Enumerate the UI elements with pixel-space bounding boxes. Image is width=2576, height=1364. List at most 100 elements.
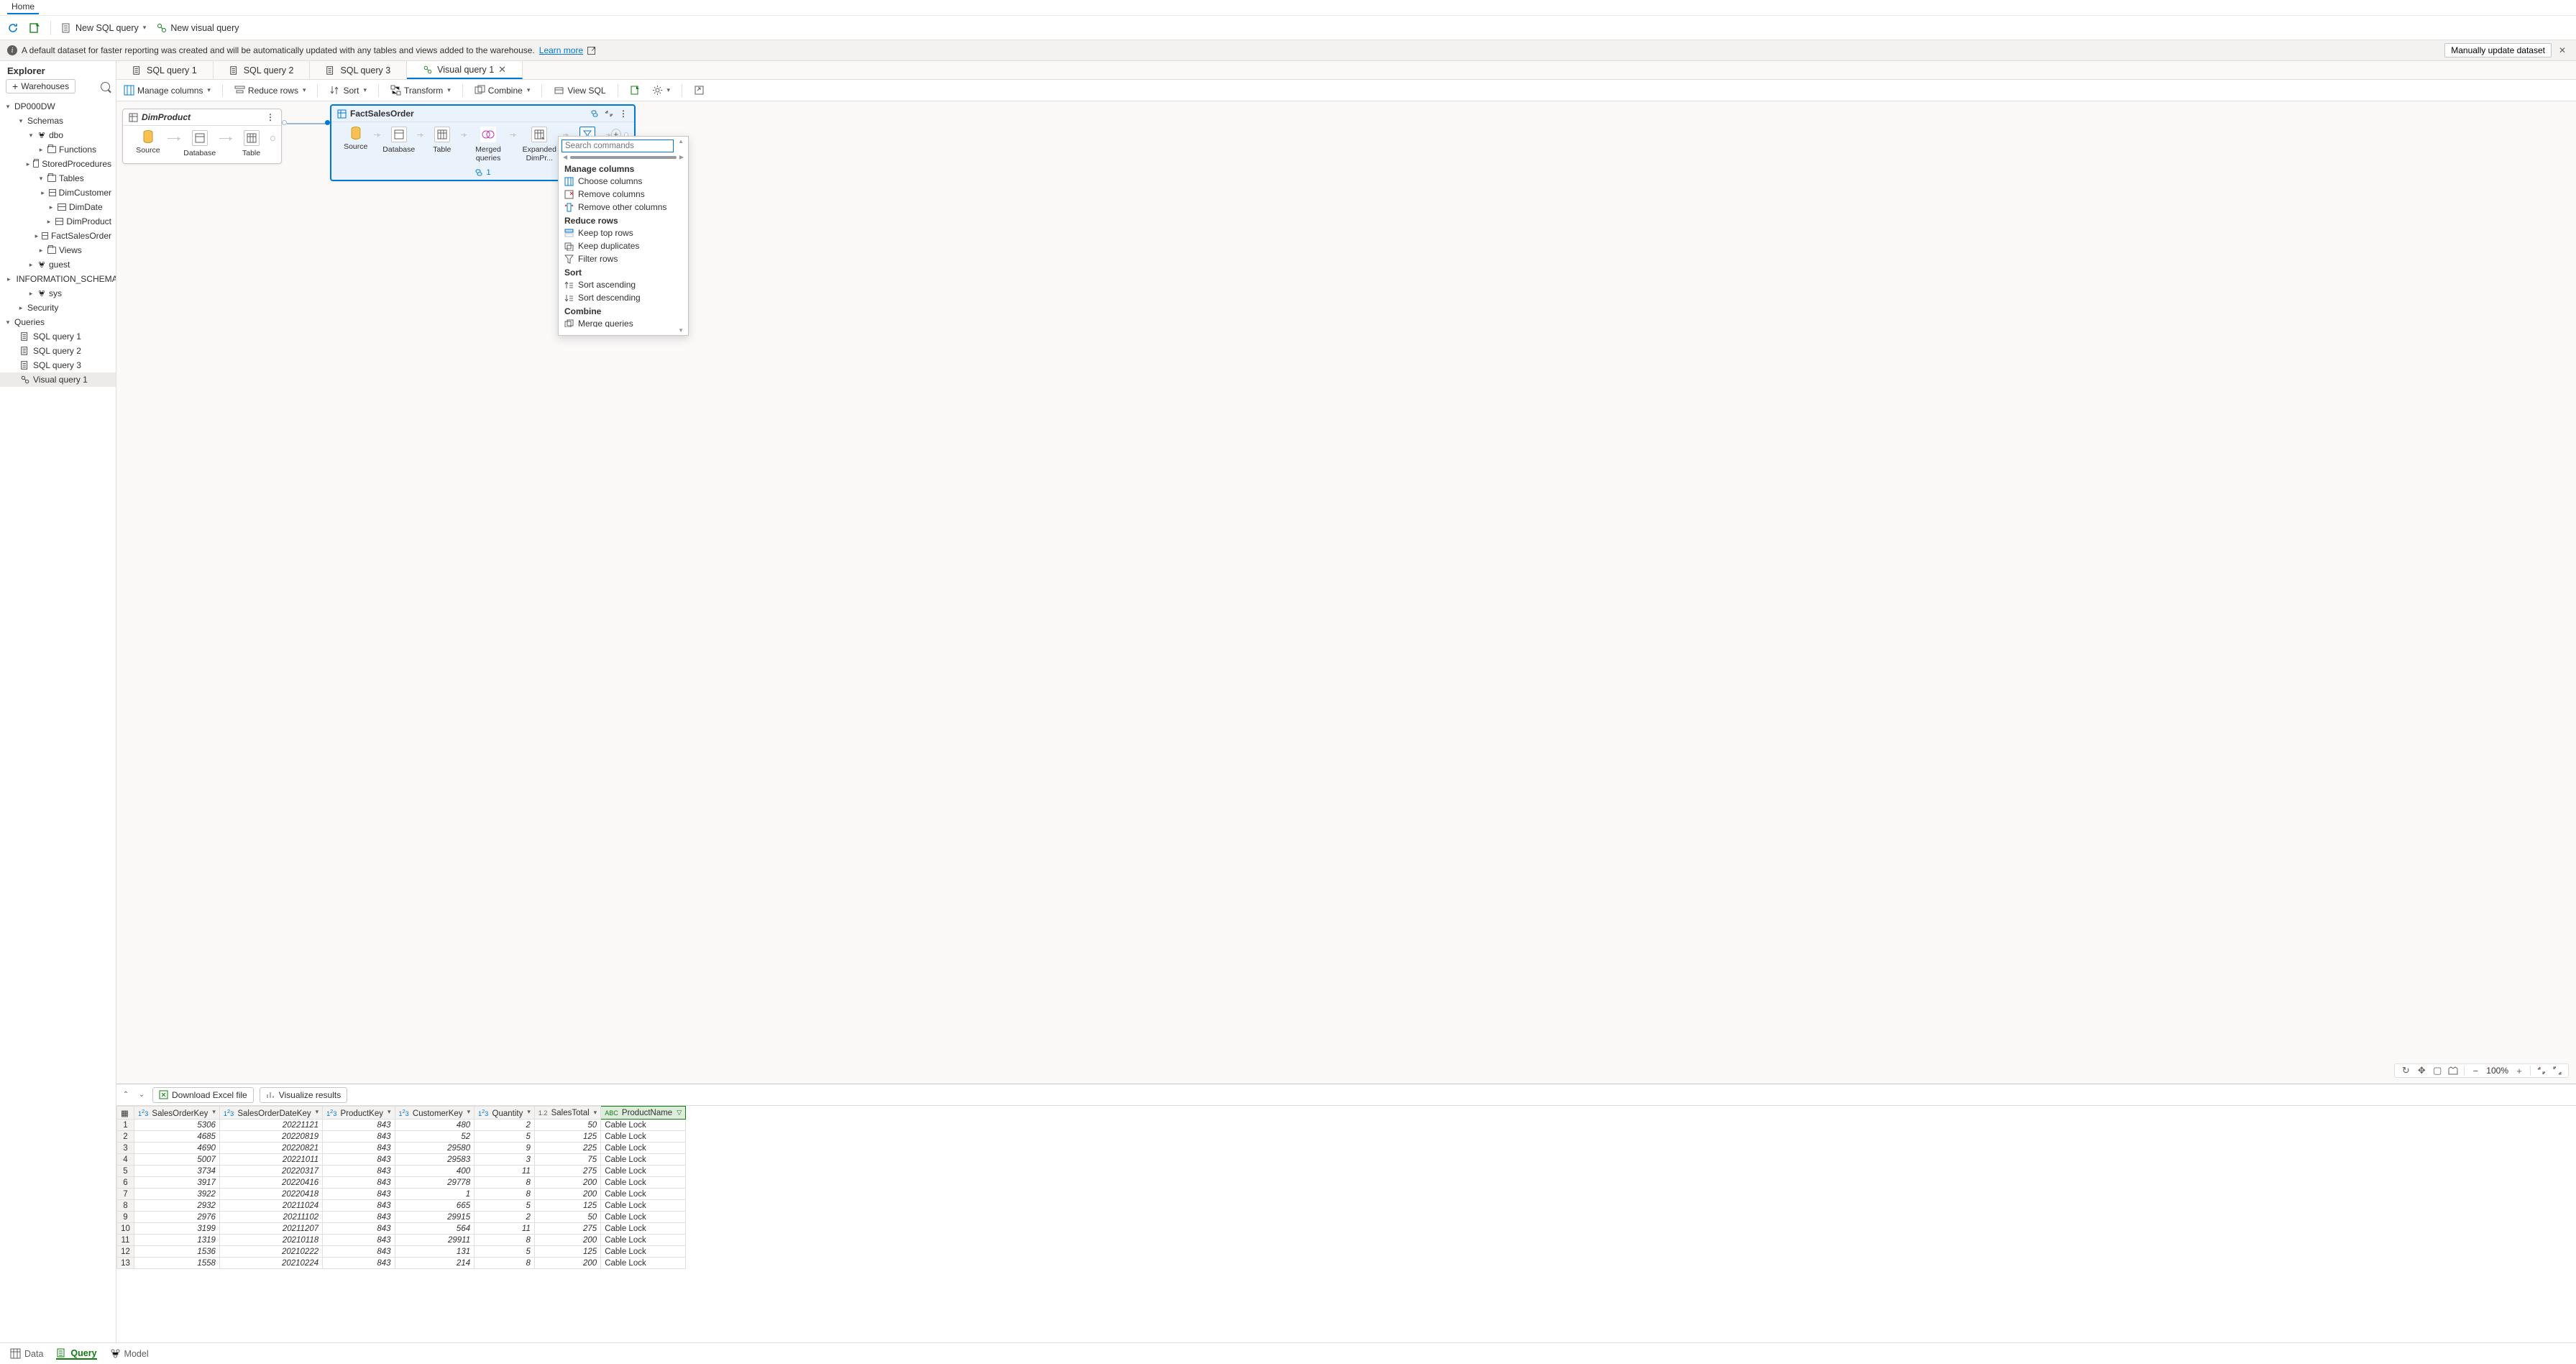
- tree-storedprocedures[interactable]: ▸StoredProcedures: [0, 157, 116, 171]
- tab-visual-query-1[interactable]: Visual query 1✕: [407, 61, 523, 79]
- tree-schemas[interactable]: ▾Schemas: [0, 114, 116, 128]
- grid-header-productkey[interactable]: 123 ProductKey▾: [323, 1107, 395, 1120]
- tree-schema-information[interactable]: ▸INFORMATION_SCHEMA: [0, 272, 116, 286]
- grid-row[interactable]: 1031992021120784356411275Cable Lock: [117, 1223, 686, 1235]
- popup-item-choose-columns[interactable]: Choose columns: [559, 175, 688, 188]
- new-visual-query-button[interactable]: New visual query: [156, 22, 239, 34]
- tree-security[interactable]: ▸Security: [0, 301, 116, 315]
- toolbar-sort[interactable]: Sort▾: [329, 85, 367, 96]
- toolbar-manage-columns[interactable]: Manage columns▾: [124, 85, 211, 96]
- popup-scroll-up-arrow[interactable]: ▲: [678, 138, 684, 145]
- add-warehouses-button[interactable]: + Warehouses: [6, 79, 75, 93]
- tree-query-sql2[interactable]: SQL query 2: [0, 344, 116, 358]
- node-link-icon[interactable]: [590, 109, 600, 119]
- manually-update-dataset-button[interactable]: Manually update dataset: [2444, 43, 2552, 58]
- new-sql-query-button[interactable]: New SQL query ▾: [61, 22, 146, 34]
- grid-header-salesorderkey[interactable]: 123 SalesOrderKey▾: [134, 1107, 220, 1120]
- grid-header-quantity[interactable]: 123 Quantity▾: [475, 1107, 535, 1120]
- bottom-tab-data[interactable]: Data: [10, 1348, 43, 1359]
- popup-item-sort-descending[interactable]: Sort descending: [559, 291, 688, 304]
- tree-query-visual1[interactable]: Visual query 1: [0, 372, 116, 387]
- tab-sql-query-1[interactable]: SQL query 1: [116, 61, 214, 79]
- toolbar-combine[interactable]: Combine▾: [475, 85, 531, 96]
- grid-header-productname[interactable]: ABC ProductName▽: [601, 1107, 686, 1120]
- node-step-table[interactable]: Table: [423, 127, 460, 154]
- tree-schema-sys[interactable]: ▸sys: [0, 286, 116, 301]
- popup-item-keep-duplicates[interactable]: Keep duplicates: [559, 239, 688, 252]
- popup-item-filter-rows[interactable]: Filter rows: [559, 252, 688, 265]
- pan-icon[interactable]: ✥: [2416, 1066, 2426, 1076]
- info-bar-close-icon[interactable]: ✕: [2559, 45, 2569, 55]
- new-report-icon[interactable]: [29, 22, 40, 34]
- node-step-source[interactable]: Source: [129, 130, 168, 155]
- tree-table-dimproduct[interactable]: ▸DimProduct: [0, 214, 116, 229]
- tree-table-factsalesorder[interactable]: ▸FactSalesOrder: [0, 229, 116, 243]
- grid-row[interactable]: 450072022101184329583375Cable Lock: [117, 1154, 686, 1166]
- tree-query-sql3[interactable]: SQL query 3: [0, 358, 116, 372]
- grid-row[interactable]: 2468520220819843525125Cable Lock: [117, 1131, 686, 1143]
- popup-item-remove-columns[interactable]: Remove columns: [559, 188, 688, 201]
- node-step-merged[interactable]: Merged queries: [467, 127, 510, 163]
- popup-search-input[interactable]: [562, 139, 674, 152]
- tab-sql-query-3[interactable]: SQL query 3: [310, 61, 407, 79]
- bottom-tab-query[interactable]: Query: [56, 1347, 96, 1360]
- node-collapse-icon[interactable]: [604, 109, 614, 119]
- refresh-icon[interactable]: [7, 22, 19, 34]
- node-step-expanded[interactable]: Expanded DimPr...: [516, 127, 563, 163]
- results-grid[interactable]: ▦123 SalesOrderKey▾123 SalesOrderDateKey…: [116, 1106, 686, 1269]
- toolbar-view-sql[interactable]: View SQL: [554, 85, 605, 96]
- grid-corner[interactable]: ▦: [117, 1107, 134, 1120]
- node-step-database[interactable]: Database: [180, 130, 219, 157]
- grid-header-salestotal[interactable]: 1.2 SalesTotal▾: [534, 1107, 600, 1120]
- toolbar-save-icon[interactable]: [630, 85, 641, 96]
- node-menu-icon[interactable]: ⋮: [618, 109, 628, 119]
- ribbon-tab-home[interactable]: Home: [7, 0, 39, 14]
- linked-queries-count[interactable]: 1: [486, 168, 490, 177]
- grid-row[interactable]: 131558202102248432148200Cable Lock: [117, 1258, 686, 1269]
- tree-table-dimdate[interactable]: ▸DimDate: [0, 200, 116, 214]
- grid-row[interactable]: 537342022031784340011275Cable Lock: [117, 1166, 686, 1177]
- node-output-port-dim[interactable]: [282, 120, 287, 125]
- popup-item-keep-top-rows[interactable]: Keep top rows: [559, 226, 688, 239]
- grid-header-salesorderdatekey[interactable]: 123 SalesOrderDateKey▾: [219, 1107, 322, 1120]
- toolbar-settings-icon[interactable]: ▾: [652, 85, 671, 96]
- minimap-icon[interactable]: [2448, 1066, 2458, 1076]
- visualize-results-button[interactable]: Visualize results: [260, 1087, 347, 1103]
- reset-view-icon[interactable]: ↻: [2401, 1066, 2411, 1076]
- grid-row[interactable]: 11131920210118843299118200Cable Lock: [117, 1235, 686, 1246]
- bottom-tab-model[interactable]: Model: [110, 1348, 149, 1359]
- zoom-out-button[interactable]: −: [2470, 1066, 2480, 1076]
- tree-root-warehouse[interactable]: ▾DP000DW: [0, 99, 116, 114]
- tab-sql-query-2[interactable]: SQL query 2: [214, 61, 311, 79]
- results-collapse-down-icon[interactable]: ⌄: [137, 1090, 147, 1100]
- grid-row[interactable]: 121536202102228431315125Cable Lock: [117, 1246, 686, 1258]
- tree-queries[interactable]: ▾Queries: [0, 315, 116, 329]
- grid-row[interactable]: 929762021110284329915250Cable Lock: [117, 1212, 686, 1223]
- tab-close-icon[interactable]: ✕: [498, 64, 506, 75]
- toolbar-open-icon[interactable]: [694, 85, 705, 96]
- node-menu-icon[interactable]: ⋮: [265, 112, 275, 122]
- grid-row[interactable]: 1530620221121843480250Cable Lock: [117, 1120, 686, 1131]
- tree-query-sql1[interactable]: SQL query 1: [0, 329, 116, 344]
- node-step-database[interactable]: Database: [380, 127, 417, 154]
- grid-row[interactable]: 82932202110248436655125Cable Lock: [117, 1200, 686, 1212]
- tree-schema-guest[interactable]: ▸guest: [0, 257, 116, 272]
- download-excel-button[interactable]: Download Excel file: [152, 1087, 254, 1103]
- grid-row[interactable]: 6391720220416843297788200Cable Lock: [117, 1177, 686, 1189]
- tree-functions[interactable]: ▸Functions: [0, 142, 116, 157]
- toolbar-transform[interactable]: Transform▾: [390, 85, 451, 96]
- results-collapse-up-icon[interactable]: ⌃: [121, 1090, 131, 1100]
- popup-item-remove-other-columns[interactable]: Remove other columns: [559, 201, 688, 214]
- popup-scroll-down-arrow[interactable]: ▼: [559, 327, 688, 335]
- tree-views[interactable]: ▸Views: [0, 243, 116, 257]
- visual-query-canvas[interactable]: DimProduct ⋮ Source Database Table: [116, 101, 2576, 1084]
- tree-tables[interactable]: ▾Tables: [0, 171, 116, 186]
- popup-item-merge-queries[interactable]: Merge queries: [559, 317, 688, 327]
- expand-arrows-icon[interactable]: [2552, 1066, 2562, 1076]
- collapse-arrows-icon[interactable]: [2536, 1066, 2547, 1076]
- node-step-source[interactable]: Source: [337, 127, 374, 151]
- tree-table-dimcustomer[interactable]: ▸DimCustomer: [0, 186, 116, 200]
- learn-more-link[interactable]: Learn more: [539, 45, 583, 55]
- external-link-icon[interactable]: [587, 47, 595, 55]
- zoom-in-button[interactable]: +: [2514, 1066, 2524, 1076]
